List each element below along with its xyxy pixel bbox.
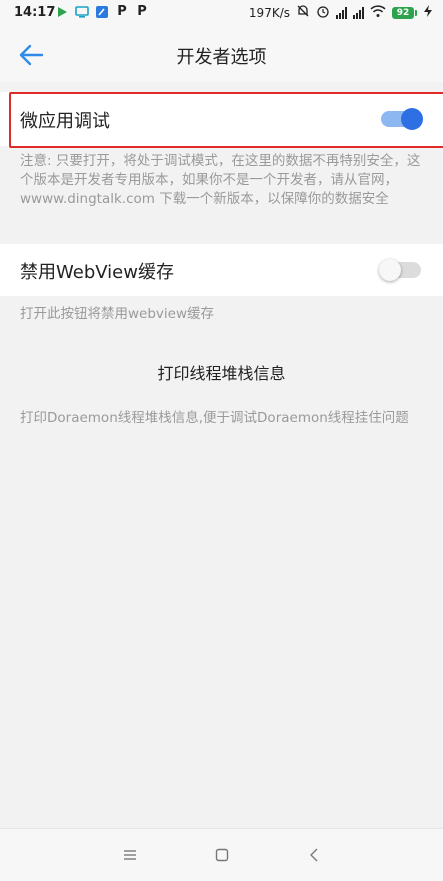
status-indicators: 197K/s 92 (249, 4, 433, 22)
play-icon (55, 5, 69, 19)
setting-label: 微应用调试 (20, 111, 110, 132)
setting-row-disable-webview-cache[interactable]: 禁用WebView缓存 (0, 244, 443, 296)
disable-webview-cache-note: 打开此按钮将禁用webview缓存 (20, 306, 215, 322)
mute-bell-icon (296, 4, 310, 22)
home-button[interactable] (211, 844, 233, 866)
disable-webview-cache-toggle[interactable] (379, 259, 421, 281)
notes-icon (95, 5, 109, 19)
system-nav-bar (0, 828, 443, 881)
status-time: 14:17 (14, 5, 56, 20)
status-app-icons: P P (55, 5, 149, 19)
app-header: 开发者选项 (0, 26, 443, 82)
setting-row-micro-app-debug[interactable]: 微应用调试 (0, 92, 443, 146)
print-thread-stack-note: 打印Doraemon线程堆栈信息,便于调试Doraemon线程挂住问题 (20, 410, 409, 426)
network-speed: 197K/s (248, 6, 290, 20)
battery-icon: 92 (392, 7, 417, 19)
micro-app-debug-note: 注意: 只要打开，将处于调试模式，在这里的数据不再特别安全，这个版本是开发者专用… (20, 153, 421, 207)
p-app-icon: P (117, 4, 127, 19)
cell-signal-2-icon (353, 7, 364, 19)
menu-icon (124, 850, 136, 860)
p-app-icon: P (137, 4, 147, 19)
page-title: 开发者选项 (176, 47, 267, 68)
toggle-knob (401, 108, 423, 130)
charging-bolt-icon (423, 4, 433, 22)
print-thread-stack-button[interactable]: 打印线程堆栈信息 (0, 360, 443, 384)
back-chevron-icon (310, 848, 318, 862)
system-back-button[interactable] (303, 844, 325, 866)
toggle-knob (379, 259, 401, 281)
micro-app-debug-toggle[interactable] (381, 108, 423, 130)
monitor-icon (75, 5, 89, 19)
cell-signal-icon (336, 7, 347, 19)
alarm-clock-icon (316, 4, 330, 22)
setting-label: 禁用WebView缓存 (20, 262, 174, 283)
battery-level: 92 (392, 7, 414, 19)
menu-button[interactable] (119, 844, 141, 866)
status-bar: 14:17 P P 197K/s 92 (0, 0, 443, 26)
home-square-icon (215, 848, 229, 862)
wifi-icon (370, 4, 386, 22)
